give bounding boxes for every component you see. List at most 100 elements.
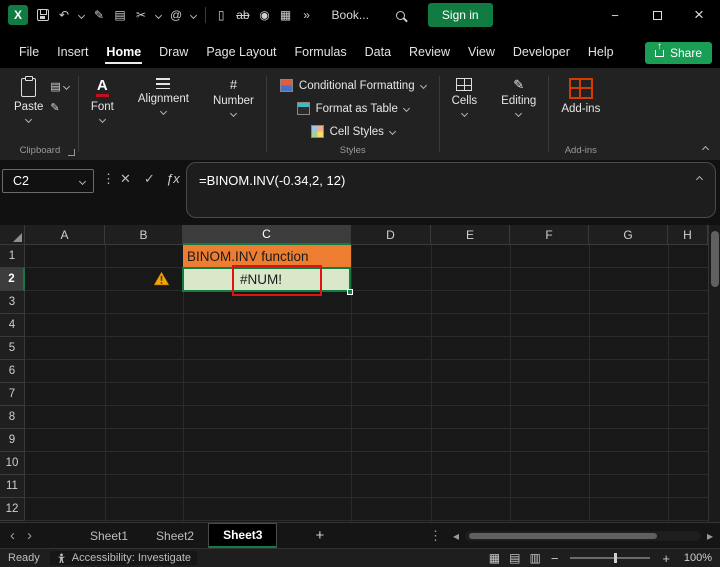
- sheet-tab-sheet2[interactable]: Sheet2: [142, 525, 208, 547]
- zoom-level[interactable]: 100%: [680, 552, 712, 564]
- zoom-in-button[interactable]: +: [662, 552, 670, 565]
- formula-input[interactable]: =BINOM.INV(-0.34,2, 12): [186, 162, 716, 218]
- vertical-scrollbar[interactable]: [708, 225, 720, 522]
- font-button[interactable]: A Font: [86, 74, 119, 126]
- tab-page-layout[interactable]: Page Layout: [197, 40, 285, 64]
- row-header-8[interactable]: 8: [0, 406, 25, 429]
- column-header-h[interactable]: H: [668, 225, 708, 245]
- tab-draw[interactable]: Draw: [150, 40, 197, 64]
- fill-handle[interactable]: [347, 289, 353, 295]
- conditional-formatting-button[interactable]: Conditional Formatting: [274, 74, 432, 97]
- tab-view[interactable]: View: [459, 40, 504, 64]
- horizontal-scrollbar-thumb[interactable]: [468, 532, 657, 539]
- format-painter-button[interactable]: ✎: [50, 101, 68, 114]
- page-layout-view-icon[interactable]: ▤: [509, 551, 520, 565]
- column-header-a[interactable]: A: [25, 225, 105, 245]
- sheet-tab-sheet1[interactable]: Sheet1: [76, 525, 142, 547]
- tab-data[interactable]: Data: [356, 40, 400, 64]
- number-button[interactable]: # Number: [208, 74, 259, 120]
- new-document-icon[interactable]: ▯: [215, 9, 227, 21]
- undo-icon[interactable]: ↶: [58, 9, 70, 21]
- sign-in-button[interactable]: Sign in: [427, 3, 493, 27]
- copy-icon[interactable]: ▤: [114, 9, 126, 21]
- error-warning-icon[interactable]: [153, 271, 170, 287]
- row-header-7[interactable]: 7: [0, 383, 25, 406]
- tab-insert[interactable]: Insert: [48, 40, 97, 64]
- cell-styles-button[interactable]: Cell Styles: [305, 120, 401, 143]
- insert-function-icon[interactable]: ƒx: [166, 172, 180, 185]
- prev-sheet-icon[interactable]: ‹: [4, 528, 21, 543]
- row-header-9[interactable]: 9: [0, 429, 25, 452]
- row-header-12[interactable]: 12: [0, 498, 25, 521]
- column-header-g[interactable]: G: [589, 225, 668, 245]
- row-header-2[interactable]: 2: [0, 268, 25, 291]
- column-header-c[interactable]: C: [183, 225, 351, 245]
- zoom-slider[interactable]: [570, 553, 651, 563]
- tab-developer[interactable]: Developer: [504, 40, 579, 64]
- add-sheet-button[interactable]: +: [303, 527, 336, 544]
- row-header-10[interactable]: 10: [0, 452, 25, 475]
- vertical-scrollbar-thumb[interactable]: [711, 231, 719, 287]
- page-break-view-icon[interactable]: ▥: [529, 551, 540, 565]
- paste-chevron-icon[interactable]: [154, 11, 163, 19]
- format-as-table-button[interactable]: Format as Table: [291, 97, 415, 120]
- addins-button[interactable]: Add-ins: [556, 74, 605, 119]
- zoom-out-button[interactable]: −: [551, 552, 559, 565]
- cells-area[interactable]: BINOM.INV function #NUM!: [25, 245, 708, 522]
- collapse-formula-bar-icon[interactable]: [695, 175, 704, 184]
- tab-help[interactable]: Help: [579, 40, 623, 64]
- mention-chevron-icon[interactable]: [190, 11, 198, 19]
- collapse-ribbon-icon[interactable]: [701, 145, 710, 154]
- cancel-icon[interactable]: ✕: [120, 172, 131, 185]
- row-header-4[interactable]: 4: [0, 314, 25, 337]
- alignment-button[interactable]: Alignment: [133, 74, 194, 118]
- strikethrough-icon[interactable]: ab: [236, 9, 249, 21]
- undo-chevron-icon[interactable]: [77, 11, 86, 19]
- sheet-tab-sheet3[interactable]: Sheet3: [208, 523, 278, 548]
- paste-special-button[interactable]: ▤: [50, 80, 70, 93]
- share-button[interactable]: Share: [644, 42, 712, 64]
- workbook-name[interactable]: Book...: [332, 8, 369, 22]
- tab-formulas[interactable]: Formulas: [286, 40, 356, 64]
- row-header-11[interactable]: 11: [0, 475, 25, 498]
- sheet-options-dots-icon[interactable]: ⋮: [421, 528, 450, 544]
- row-header-5[interactable]: 5: [0, 337, 25, 360]
- row-header-3[interactable]: 3: [0, 291, 25, 314]
- search-icon[interactable]: [395, 10, 405, 20]
- select-all-button[interactable]: [0, 225, 25, 245]
- editing-button[interactable]: ✎ Editing: [496, 74, 541, 120]
- close-button[interactable]: ×: [678, 0, 720, 30]
- name-box[interactable]: C2: [2, 169, 94, 193]
- minimize-button[interactable]: −: [594, 0, 636, 30]
- enter-icon[interactable]: ✓: [144, 172, 155, 185]
- mention-icon[interactable]: @: [170, 9, 182, 21]
- cells-button[interactable]: Cells: [447, 74, 483, 120]
- cut-icon[interactable]: ✂: [135, 9, 147, 21]
- column-header-f[interactable]: F: [510, 225, 589, 245]
- save-icon[interactable]: [37, 9, 49, 21]
- camera-icon[interactable]: ◉: [259, 9, 271, 21]
- column-header-e[interactable]: E: [431, 225, 510, 245]
- excel-logo-icon[interactable]: X: [8, 5, 28, 25]
- paste-button[interactable]: Paste: [9, 74, 48, 126]
- hscroll-left-icon[interactable]: ◂: [450, 529, 462, 543]
- next-sheet-icon[interactable]: ›: [21, 528, 38, 543]
- zoom-slider-thumb[interactable]: [614, 553, 618, 563]
- formula-bar-dots-icon[interactable]: ⋮: [102, 172, 115, 185]
- normal-view-icon[interactable]: ▦: [489, 551, 500, 565]
- clipboard-dialog-launcher-icon[interactable]: [67, 149, 75, 156]
- tab-review[interactable]: Review: [400, 40, 459, 64]
- pen-icon[interactable]: ✎: [93, 9, 105, 21]
- column-header-d[interactable]: D: [351, 225, 431, 245]
- accessibility-status[interactable]: Accessibility: Investigate: [49, 551, 198, 565]
- row-header-6[interactable]: 6: [0, 360, 25, 383]
- maximize-button[interactable]: [636, 0, 678, 30]
- table-icon[interactable]: ▦: [280, 9, 292, 21]
- hscroll-right-icon[interactable]: ▸: [704, 529, 716, 543]
- horizontal-scrollbar[interactable]: [464, 530, 701, 541]
- tab-file[interactable]: File: [10, 40, 48, 64]
- column-header-b[interactable]: B: [105, 225, 183, 245]
- more-commands-icon[interactable]: »: [301, 9, 313, 21]
- tab-home[interactable]: Home: [97, 40, 150, 64]
- row-header-1[interactable]: 1: [0, 245, 25, 268]
